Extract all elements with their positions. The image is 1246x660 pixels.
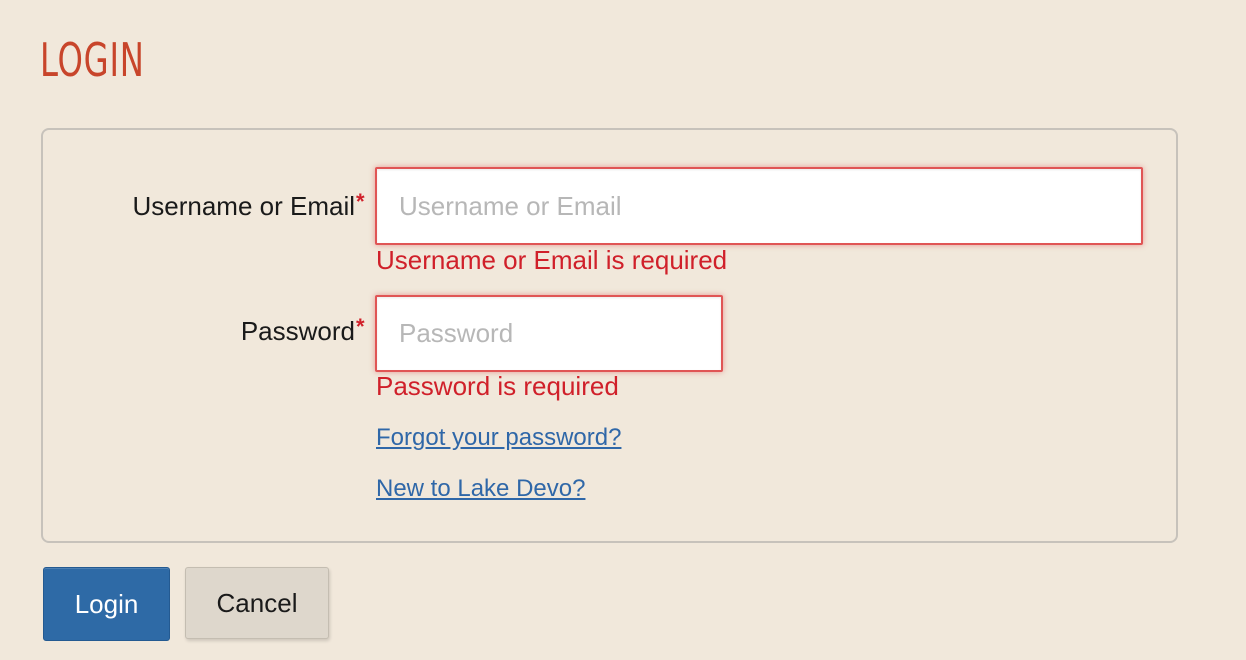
username-label: Username or Email — [132, 191, 355, 221]
password-label: Password — [240, 316, 355, 346]
new-user-link[interactable]: New to Lake Devo? — [376, 475, 585, 503]
username-input[interactable] — [375, 167, 1143, 245]
login-button[interactable]: Login — [43, 567, 170, 641]
page-title: LOGIN — [40, 33, 145, 87]
username-required-marker: * — [356, 189, 365, 214]
password-input[interactable] — [375, 295, 723, 372]
cancel-button[interactable]: Cancel — [185, 567, 329, 639]
forgot-password-link[interactable]: Forgot your password? — [376, 424, 621, 452]
username-error-message: Username or Email is required — [376, 245, 728, 275]
password-required-marker: * — [356, 314, 365, 339]
password-error-message: Password is required — [376, 371, 619, 401]
